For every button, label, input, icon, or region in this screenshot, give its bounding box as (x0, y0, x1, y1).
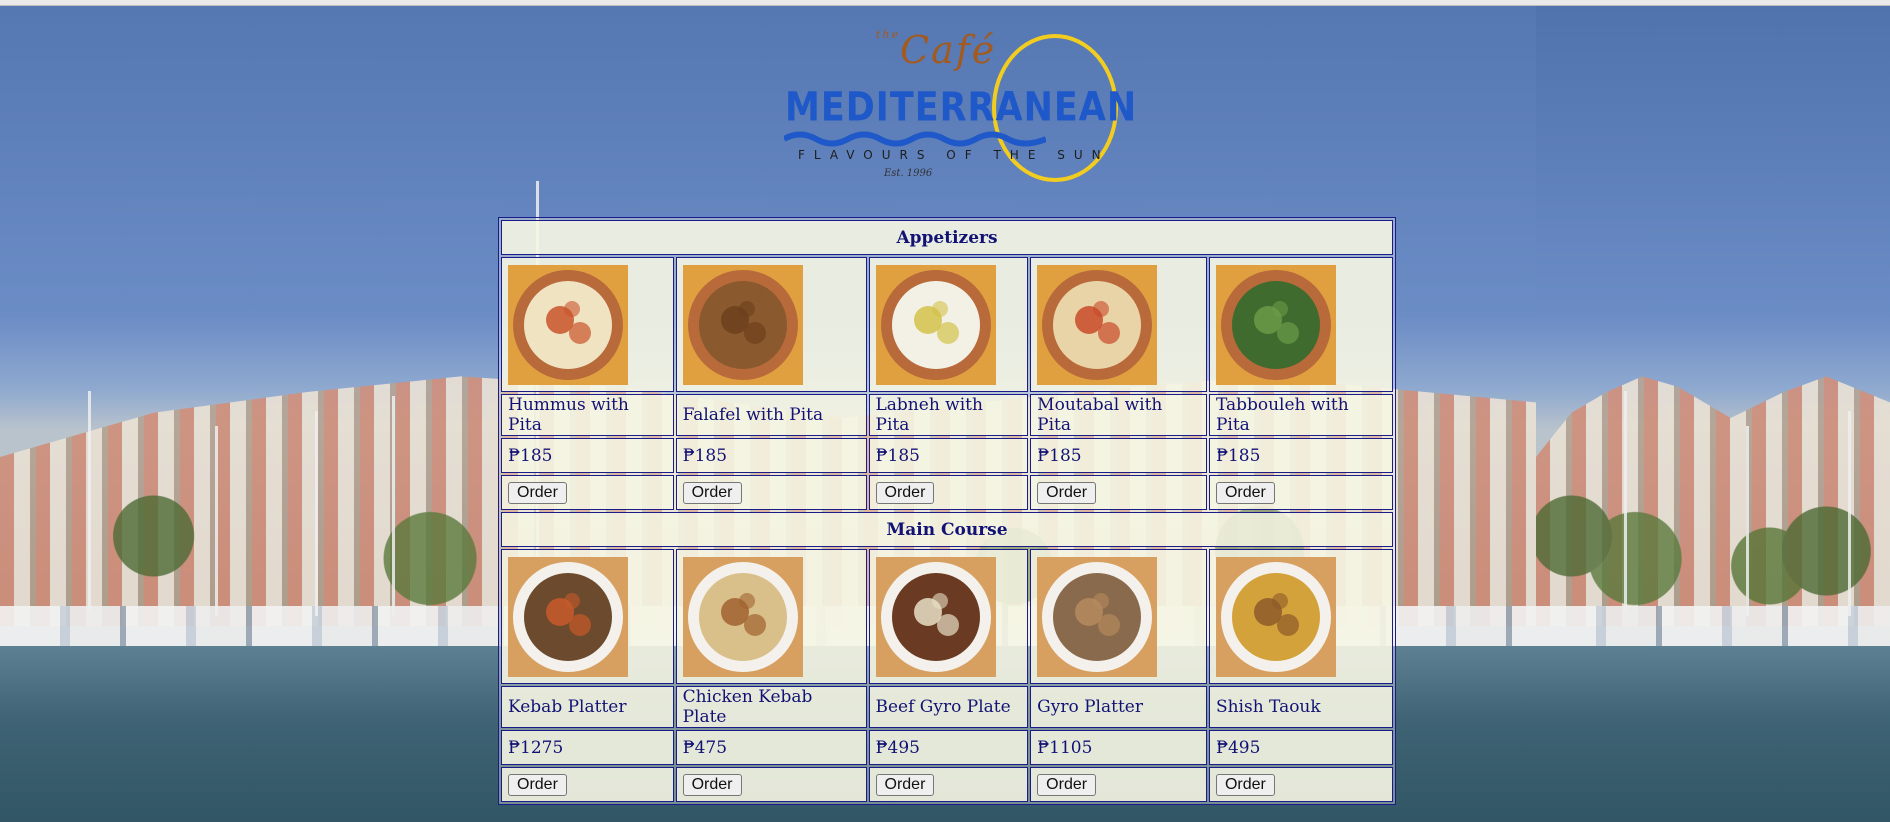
order-cell: Order (868, 475, 1029, 510)
hummus-plate-icon (508, 264, 628, 385)
trees (1536, 476, 1890, 626)
dish-image-cell (675, 257, 867, 392)
moutabal-plate-icon (1037, 264, 1158, 385)
dish-name: Beef Gyro Plate (868, 686, 1029, 728)
name-row: Hummus with Pita Falafel with Pita Labneh … (501, 394, 1393, 436)
order-button[interactable]: Order (1215, 481, 1275, 504)
boat-mast (392, 396, 395, 616)
order-cell: Order (1030, 475, 1207, 510)
order-button[interactable]: Order (508, 481, 567, 504)
logo-cafe-text: theCafé (876, 28, 997, 72)
order-cell: Order (675, 767, 867, 802)
shish-taouk-plate-icon (1215, 556, 1336, 677)
order-button[interactable]: Order (1037, 481, 1097, 504)
labneh-plate-icon (875, 264, 996, 385)
harbor-water (1536, 646, 1890, 822)
section-header-row: Appetizers (501, 220, 1393, 255)
order-cell: Order (501, 767, 674, 802)
dish-price: ₱185 (868, 438, 1029, 473)
dish-name: Tabbouleh with Pita (1208, 394, 1393, 436)
dish-price: ₱185 (675, 438, 867, 473)
dish-name: Hummus with Pita (501, 394, 674, 436)
dish-image-cell (501, 549, 674, 684)
image-row (501, 257, 1393, 392)
order-button[interactable]: Order (1037, 773, 1097, 796)
dish-name: Kebab Platter (501, 686, 674, 728)
logo-tagline: FLAVOURS OF THE SUN (798, 148, 1110, 162)
dish-image-cell (501, 257, 674, 392)
boat-mast (1746, 426, 1749, 616)
dish-price: ₱495 (868, 730, 1029, 765)
image-row (501, 549, 1393, 684)
price-row: ₱185 ₱185 ₱185 ₱185 ₱185 (501, 438, 1393, 473)
boat-mast (1624, 391, 1627, 611)
order-cell: Order (1208, 767, 1393, 802)
cafe-logo: theCafé MEDITERRANEAN FLAVOURS OF THE SU… (780, 26, 1136, 186)
section-title: Appetizers (501, 220, 1393, 255)
dish-image-cell (675, 549, 867, 684)
dish-price: ₱185 (1208, 438, 1393, 473)
order-button[interactable]: Order (682, 481, 742, 504)
menu-body: Appetizers Hummus with Pita Falafel with… (501, 220, 1393, 802)
dish-image-cell (868, 257, 1029, 392)
logo-name: MEDITERRANEAN (785, 85, 1138, 131)
dish-name: Gyro Platter (1030, 686, 1207, 728)
dish-price: ₱475 (675, 730, 867, 765)
boat-mast (315, 411, 318, 616)
dish-image-cell (1030, 549, 1207, 684)
order-cell: Order (675, 475, 867, 510)
logo-established: Est. 1996 (884, 168, 933, 179)
order-cell: Order (501, 475, 674, 510)
order-row: Order Order Order Order Order (501, 475, 1393, 510)
price-row: ₱1275 ₱475 ₱495 ₱1105 ₱495 (501, 730, 1393, 765)
section-header-row: Main Course (501, 512, 1393, 547)
dish-name: Labneh with Pita (868, 394, 1029, 436)
order-cell: Order (1208, 475, 1393, 510)
kebab-platter-icon (508, 556, 628, 677)
menu-table: Appetizers Hummus with Pita Falafel with… (498, 217, 1396, 805)
tabbouleh-plate-icon (1215, 264, 1336, 385)
falafel-plate-icon (682, 264, 803, 385)
harbor-background-repeat (1536, 6, 1890, 822)
order-button[interactable]: Order (508, 773, 567, 796)
section-title: Main Course (501, 512, 1393, 547)
dish-name: Shish Taouk (1208, 686, 1393, 728)
boat-mast (88, 391, 91, 611)
dish-image-cell (1208, 549, 1393, 684)
dish-image-cell (1208, 257, 1393, 392)
wave-icon (784, 131, 1046, 147)
order-button[interactable]: Order (875, 481, 935, 504)
order-cell: Order (1030, 767, 1207, 802)
dish-price: ₱1105 (1030, 730, 1207, 765)
dish-image-cell (868, 549, 1029, 684)
order-row: Order Order Order Order Order (501, 767, 1393, 802)
boat-mast (1848, 411, 1851, 616)
dish-image-cell (1030, 257, 1207, 392)
order-button[interactable]: Order (875, 773, 935, 796)
dish-name: Chicken Kebab Plate (675, 686, 867, 728)
dish-price: ₱495 (1208, 730, 1393, 765)
dish-price: ₱1275 (501, 730, 674, 765)
dish-name: Moutabal with Pita (1030, 394, 1207, 436)
beef-gyro-plate-icon (875, 556, 996, 677)
order-button[interactable]: Order (682, 773, 742, 796)
order-cell: Order (868, 767, 1029, 802)
dish-name: Falafel with Pita (675, 394, 867, 436)
boat-mast (215, 426, 218, 616)
dish-price: ₱185 (1030, 438, 1207, 473)
gyro-platter-icon (1037, 556, 1158, 677)
order-button[interactable]: Order (1215, 773, 1275, 796)
chicken-kebab-plate-icon (682, 556, 803, 677)
name-row: Kebab Platter Chicken Kebab Plate Beef Gyr… (501, 686, 1393, 728)
dish-price: ₱185 (501, 438, 674, 473)
